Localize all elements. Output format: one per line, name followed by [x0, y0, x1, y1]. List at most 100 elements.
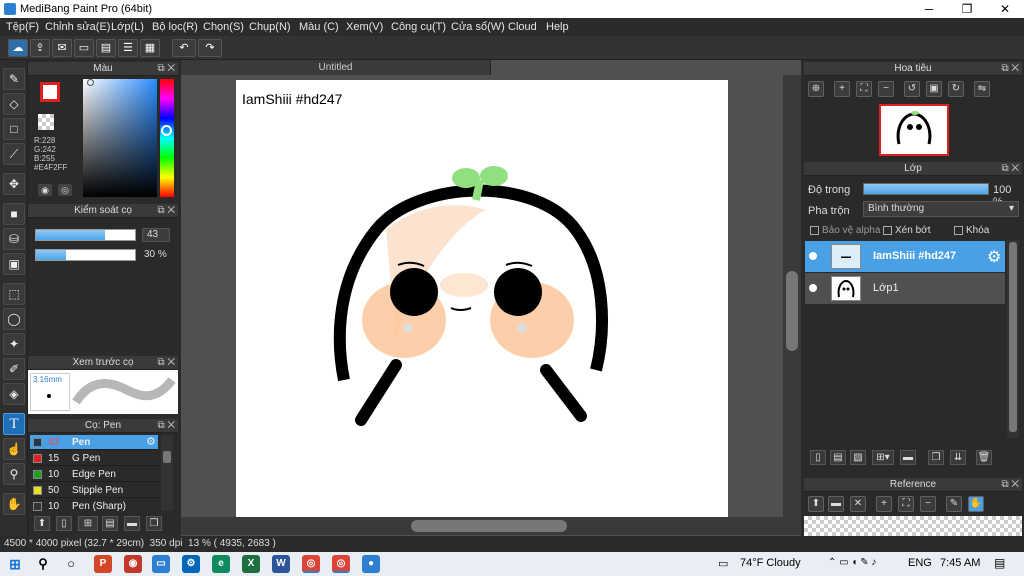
- nav-fit-icon[interactable]: ⛶: [856, 81, 872, 97]
- hue-cursor[interactable]: [161, 125, 172, 136]
- menu-select[interactable]: Chọn(S): [203, 21, 244, 33]
- delete-layer-icon[interactable]: 🗑: [976, 450, 992, 465]
- select-eraser-tool-icon[interactable]: ◈: [3, 383, 25, 405]
- brush-copy-icon[interactable]: ❐: [146, 516, 162, 531]
- move-tool-icon[interactable]: ✥: [3, 173, 25, 195]
- vertical-scrollbar[interactable]: [783, 75, 801, 517]
- brush-list-scroll-thumb[interactable]: [163, 451, 171, 463]
- new-layer-1bit-icon[interactable]: ▧: [850, 450, 866, 465]
- bucket-tool-icon[interactable]: ⛁: [3, 228, 25, 250]
- operation-tool-icon[interactable]: ☝: [3, 438, 25, 460]
- menu-filter[interactable]: Bộ lọc(R): [152, 21, 198, 33]
- layers-scroll-thumb[interactable]: [1009, 242, 1017, 432]
- language-indicator[interactable]: ENG: [908, 557, 932, 569]
- maximize-button[interactable]: ❐: [948, 0, 986, 18]
- palette-add-icon[interactable]: ◎: [58, 184, 72, 196]
- comment-icon[interactable]: ✉: [52, 39, 72, 57]
- drawing-canvas[interactable]: IamShiii #hd247: [236, 80, 728, 517]
- horizontal-scroll-thumb[interactable]: [411, 520, 567, 532]
- brush-opacity-slider[interactable]: [35, 249, 136, 261]
- menu-edit[interactable]: Chỉnh sửa(E): [45, 21, 110, 33]
- brush-list-close-icon[interactable]: ⧉ ✕: [157, 419, 175, 433]
- search-icon[interactable]: ⚲: [34, 555, 52, 573]
- powerpoint-icon[interactable]: P: [94, 555, 112, 573]
- brush-control-close-icon[interactable]: ⧉ ✕: [157, 204, 175, 218]
- close-button[interactable]: ✕: [986, 0, 1024, 18]
- menu-window[interactable]: Cửa sổ(W): [451, 21, 505, 33]
- reference-close-icon[interactable]: ⧉ ✕: [1001, 478, 1019, 492]
- eraser-tool-icon[interactable]: ◇: [3, 93, 25, 115]
- primary-color-swatch[interactable]: [40, 82, 60, 102]
- upload-icon[interactable]: ⇪: [30, 39, 50, 57]
- text-tool-icon[interactable]: T: [3, 413, 25, 435]
- saturation-value-picker[interactable]: [83, 79, 157, 197]
- brush-row[interactable]: 15 G Pen: [30, 451, 158, 466]
- cloud-icon[interactable]: ☁: [8, 39, 28, 57]
- nav-zoom-in-icon[interactable]: +: [834, 81, 850, 97]
- document-tab[interactable]: Untitled: [181, 60, 491, 75]
- layer-folder-icon[interactable]: ▬: [900, 450, 916, 465]
- select-pen-tool-icon[interactable]: ✐: [3, 358, 25, 380]
- brush-size-value[interactable]: 43: [142, 228, 170, 242]
- new-layer-8bit-icon[interactable]: ▤: [830, 450, 846, 465]
- ref-zoom-in-icon[interactable]: +: [876, 496, 892, 512]
- ref-hand-icon[interactable]: ✋: [968, 496, 984, 512]
- magic-wand-tool-icon[interactable]: ✦: [3, 333, 25, 355]
- word-icon[interactable]: W: [272, 555, 290, 573]
- medibang-icon[interactable]: ●: [362, 555, 380, 573]
- transparent-color-swatch[interactable]: [38, 114, 54, 130]
- fill-rect-tool-icon[interactable]: ■: [3, 203, 25, 225]
- duplicate-layer-icon[interactable]: ❐: [928, 450, 944, 465]
- new-layer-icon[interactable]: ▯: [810, 450, 826, 465]
- grid-icon[interactable]: ▦: [140, 39, 160, 57]
- recorder-icon[interactable]: ◉: [124, 555, 142, 573]
- chrome-icon[interactable]: ◎: [302, 555, 320, 573]
- redo-button[interactable]: ↷: [198, 39, 222, 57]
- ref-open-icon[interactable]: ▬: [828, 496, 844, 512]
- lock-checkbox[interactable]: [954, 226, 963, 235]
- color-panel-close-icon[interactable]: ⧉ ✕: [157, 62, 175, 76]
- ref-close-icon[interactable]: ✕: [850, 496, 866, 512]
- eye-icon[interactable]: [809, 284, 817, 292]
- ref-zoom-out-icon[interactable]: −: [920, 496, 936, 512]
- reference-view[interactable]: [804, 516, 1022, 536]
- lasso-tool-icon[interactable]: ◯: [3, 308, 25, 330]
- layers-scrollbar[interactable]: [1007, 240, 1019, 438]
- brush-cloud-icon[interactable]: ⬆: [34, 516, 50, 531]
- edge-icon[interactable]: e: [212, 555, 230, 573]
- menu-snap[interactable]: Chụp(N): [249, 21, 291, 33]
- brush-list-scrollbar[interactable]: [161, 435, 173, 511]
- menu-view[interactable]: Xem(V): [346, 21, 383, 33]
- notification-icon[interactable]: ▤: [994, 556, 1005, 570]
- color-picker-cursor[interactable]: [87, 79, 94, 86]
- brush-size-slider[interactable]: [35, 229, 136, 241]
- undo-button[interactable]: ↶: [172, 39, 196, 57]
- layers-close-icon[interactable]: ⧉ ✕: [1001, 162, 1019, 176]
- task-view-icon[interactable]: ○: [62, 555, 80, 573]
- navigator-thumbnail[interactable]: [879, 104, 949, 156]
- brush-row[interactable]: 43 Pen ⚙: [30, 435, 158, 450]
- nav-flip-icon[interactable]: ⇋: [974, 81, 990, 97]
- brush-row[interactable]: 50 Stipple Pen: [30, 483, 158, 498]
- nav-rotate-right-icon[interactable]: ↻: [948, 81, 964, 97]
- excel-icon[interactable]: X: [242, 555, 260, 573]
- ref-eyedropper-icon[interactable]: ✎: [946, 496, 962, 512]
- weather-icon[interactable]: ▭: [718, 557, 728, 570]
- select-rect-tool-icon[interactable]: ⬚: [3, 283, 25, 305]
- brush-preview-close-icon[interactable]: ⧉ ✕: [157, 356, 175, 370]
- blend-mode-select[interactable]: Bình thường ▾: [863, 201, 1019, 217]
- layer-opacity-slider[interactable]: [863, 183, 989, 195]
- add-layer-menu-icon[interactable]: ⊞▾: [872, 450, 894, 465]
- chrome-2-icon[interactable]: ◎: [332, 555, 350, 573]
- brush-tool-icon[interactable]: ✎: [3, 68, 25, 90]
- gradient-tool-icon[interactable]: ▣: [3, 253, 25, 275]
- brush-new-icon[interactable]: ▯: [56, 516, 72, 531]
- clip-checkbox[interactable]: [883, 226, 892, 235]
- ref-fit-icon[interactable]: ⛶: [898, 496, 914, 512]
- navigator-close-icon[interactable]: ⧉ ✕: [1001, 62, 1019, 76]
- eye-icon[interactable]: [809, 252, 817, 260]
- tray-icons[interactable]: ⌃ ▭ ◖ ✎ ♪: [828, 557, 876, 568]
- nav-zoom-icon[interactable]: ⊕: [808, 81, 824, 97]
- palette-icon[interactable]: ◉: [38, 184, 52, 196]
- layer-row-text[interactable]: ▬▬ IamShiii #hd247 ⚙: [805, 241, 1005, 272]
